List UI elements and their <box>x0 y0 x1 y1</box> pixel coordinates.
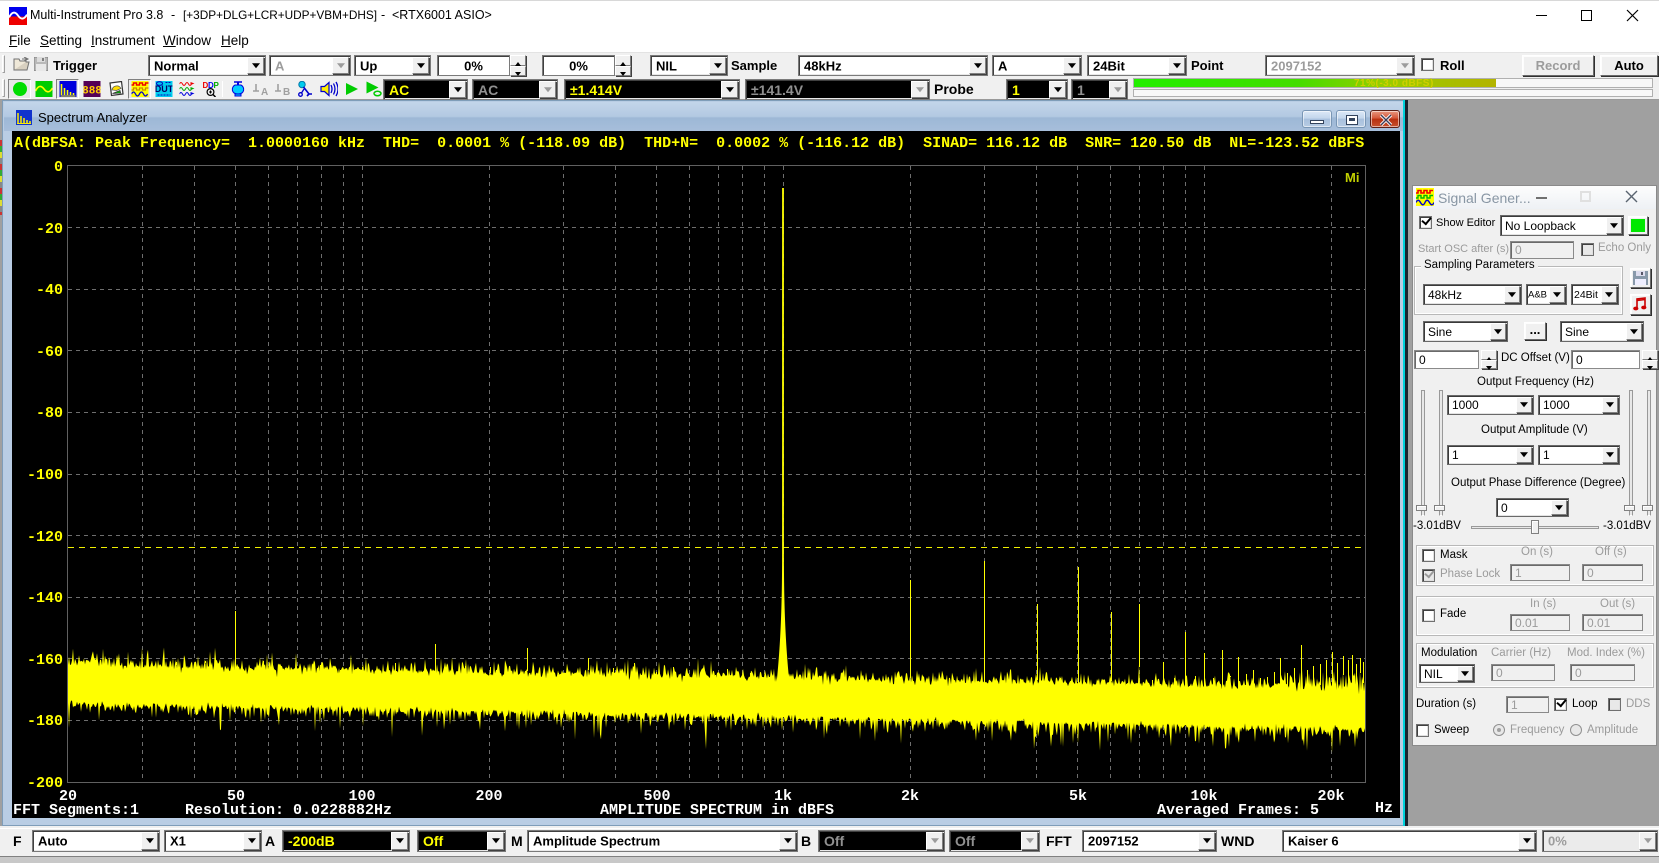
svg-text:20k: 20k <box>1317 788 1344 805</box>
svg-text:888: 888 <box>83 86 100 98</box>
svg-text:-40: -40 <box>36 282 63 299</box>
svg-text:200: 200 <box>475 788 502 805</box>
svg-text:-160: -160 <box>27 652 63 669</box>
svg-text:5k: 5k <box>1069 788 1087 805</box>
svg-text:-20: -20 <box>36 221 63 238</box>
svg-text:Hz: Hz <box>1375 800 1393 817</box>
svg-text:0: 0 <box>54 159 63 176</box>
svg-text:-140: -140 <box>27 590 63 607</box>
svg-text:-60: -60 <box>36 344 63 361</box>
svg-text:P: P <box>213 81 219 90</box>
svg-text:FFT Segments:1: FFT Segments:1 <box>13 802 139 818</box>
svg-text:-200: -200 <box>27 775 63 792</box>
svg-text:-180: -180 <box>27 713 63 730</box>
svg-text:-80: -80 <box>36 405 63 422</box>
svg-text:B: B <box>283 87 290 97</box>
svg-text:-100: -100 <box>27 467 63 484</box>
svg-text:AMPLITUDE SPECTRUM in dBFS: AMPLITUDE SPECTRUM in dBFS <box>600 802 834 818</box>
svg-text:Averaged Frames: 5: Averaged Frames: 5 <box>1157 802 1319 818</box>
svg-text:Mi: Mi <box>1345 170 1359 185</box>
svg-text:DUT: DUT <box>155 84 172 94</box>
svg-text:2k: 2k <box>901 788 919 805</box>
svg-text:Resolution: 0.0228882Hz: Resolution: 0.0228882Hz <box>185 802 392 818</box>
svg-text:A: A <box>261 87 268 97</box>
svg-text:-120: -120 <box>27 529 63 546</box>
